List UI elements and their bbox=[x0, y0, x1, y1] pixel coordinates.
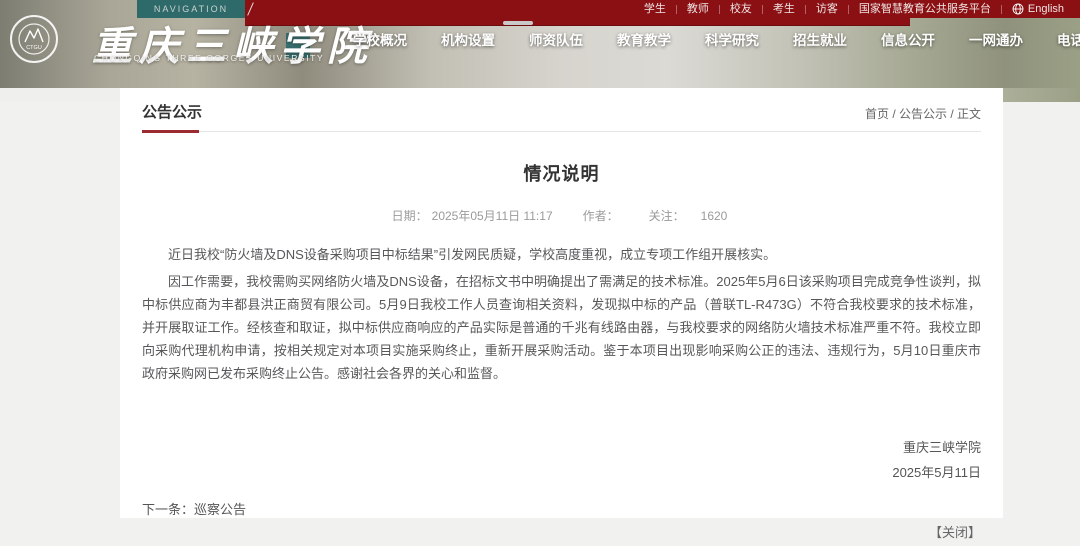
toplink-teachers[interactable]: 教师 bbox=[677, 0, 719, 18]
content-card: 公告公示 首页 / 公告公示 / 正文 情况说明 日期： 2025年05月11日 … bbox=[120, 88, 1003, 518]
nav-item-organizations[interactable]: 机构设置 bbox=[424, 29, 512, 49]
article-title: 情况说明 bbox=[142, 160, 981, 186]
topbar-links: 学生 教师 校友 考生 访客 国家智慧教育公共服务平台 English bbox=[634, 0, 1074, 18]
nav-item-research[interactable]: 科学研究 bbox=[688, 29, 776, 49]
article-meta: 日期： 2025年05月11日 11:17 作者： 关注： 1620 bbox=[142, 207, 981, 224]
article-footer: 下一条：巡察公告 【关闭】 bbox=[142, 499, 981, 542]
article-signature: 重庆三峡学院 2025年5月11日 bbox=[142, 435, 981, 485]
prev-article-label: 下一条： bbox=[142, 502, 194, 517]
banner-gray-tab bbox=[503, 21, 533, 25]
section-divider bbox=[142, 130, 981, 134]
divider-red-accent bbox=[142, 130, 199, 133]
globe-icon bbox=[1012, 3, 1024, 15]
meta-views-value: 1620 bbox=[701, 209, 728, 223]
toplink-visitors[interactable]: 访客 bbox=[806, 0, 848, 18]
nav-item-online-services[interactable]: 一网通办 bbox=[952, 29, 1040, 49]
university-name-en: CHONGQING THREE GORGES UNIVERSITY bbox=[94, 53, 324, 63]
toplink-candidates[interactable]: 考生 bbox=[763, 0, 805, 18]
meta-author-label: 作者： bbox=[583, 209, 619, 223]
divider-line bbox=[142, 131, 981, 132]
toplink-alumni[interactable]: 校友 bbox=[720, 0, 762, 18]
signature-date: 2025年5月11日 bbox=[142, 460, 981, 485]
meta-date-label: 日期： bbox=[392, 209, 428, 223]
nav-item-school-overview[interactable]: 学校概况 bbox=[336, 29, 424, 49]
language-switch-english[interactable]: English bbox=[1002, 0, 1074, 18]
article-body: 近日我校“防火墙及DNS设备采购项目中标结果”引发网民质疑，学校高度重视，成立专… bbox=[142, 243, 981, 385]
nav-item-education[interactable]: 教育教学 bbox=[600, 29, 688, 49]
breadcrumb[interactable]: 首页 / 公告公示 / 正文 bbox=[865, 105, 981, 122]
university-seal-icon: CTGU bbox=[10, 15, 58, 63]
english-label: English bbox=[1028, 0, 1064, 18]
main-navigation: 学校概况 机构设置 师资队伍 教育教学 科学研究 招生就业 信息公开 一网通办 … bbox=[336, 29, 1080, 49]
site-header: NAVIGATION CTGU 重庆三峡学院 CHONGQING THREE G… bbox=[0, 0, 1080, 88]
meta-views-label: 关注： bbox=[649, 209, 685, 223]
nav-item-faculty[interactable]: 师资队伍 bbox=[512, 29, 600, 49]
nav-item-admissions[interactable]: 招生就业 bbox=[776, 29, 864, 49]
section-title: 公告公示 bbox=[142, 101, 202, 122]
nav-item-phone-directory[interactable]: 电话查询 bbox=[1040, 29, 1080, 49]
toplink-students[interactable]: 学生 bbox=[634, 0, 676, 18]
signature-name: 重庆三峡学院 bbox=[142, 435, 981, 460]
nav-item-info-disclosure[interactable]: 信息公开 bbox=[864, 29, 952, 49]
meta-date-value: 2025年05月11日 11:17 bbox=[432, 209, 553, 223]
article-paragraph: 近日我校“防火墙及DNS设备采购项目中标结果”引发网民质疑，学校高度重视，成立专… bbox=[142, 243, 981, 266]
toplink-smart-education-platform[interactable]: 国家智慧教育公共服务平台 bbox=[849, 0, 1001, 18]
article-paragraph: 因工作需要，我校需购买网络防火墙及DNS设备，在招标文书中明确提出了需满足的技术… bbox=[142, 270, 981, 385]
seal-text: CTGU bbox=[26, 45, 42, 51]
prev-article-link[interactable]: 巡察公告 bbox=[194, 502, 246, 517]
close-button[interactable]: 【关闭】 bbox=[929, 525, 981, 540]
